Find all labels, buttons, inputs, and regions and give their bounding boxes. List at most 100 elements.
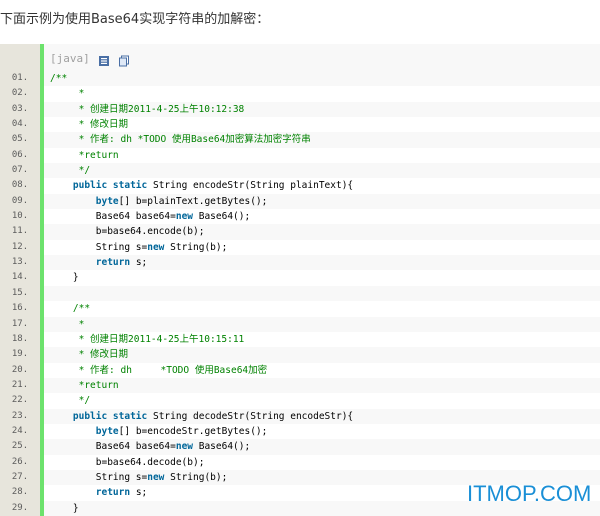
line-accent-bar — [40, 101, 44, 118]
code-line: 17. * — [0, 316, 600, 332]
code-text: * 修改日期 — [50, 117, 128, 132]
code-token: new — [147, 471, 165, 483]
code-text: *return — [50, 378, 119, 393]
code-token: *return — [50, 149, 119, 161]
line-number: 10. — [0, 209, 40, 225]
line-number: 27. — [0, 469, 40, 486]
code-token: String(b); — [164, 241, 228, 253]
code-text: return s; — [50, 255, 148, 270]
line-number: 20. — [0, 362, 40, 378]
code-token: String s= — [50, 241, 148, 253]
code-token: new — [147, 241, 165, 253]
code-text: return s; — [50, 485, 148, 500]
code-line: 11. b=base64.encode(b); — [0, 224, 600, 240]
code-token: new — [175, 441, 194, 453]
language-label: [java] — [50, 51, 90, 65]
code-line: 15. — [0, 285, 600, 302]
code-token: new — [175, 211, 194, 223]
line-number: 03. — [0, 101, 40, 118]
code-line: 23. public static String decodeStr(Strin… — [0, 408, 600, 424]
code-text: public static String decodeStr(String en… — [50, 409, 353, 424]
line-accent-bar — [40, 423, 44, 440]
code-text: * — [50, 317, 85, 332]
line-number: 01. — [0, 71, 40, 87]
line-accent-bar — [40, 408, 44, 424]
code-token: * 创建日期2011-4-25上午10:12:38 — [50, 103, 245, 115]
code-line: 09. byte[] b=plainText.getBytes(); — [0, 193, 600, 210]
line-number: 28. — [0, 485, 40, 501]
code-text: /** — [50, 301, 90, 316]
line-number: 29. — [0, 500, 40, 516]
code-line: 24. byte[] b=encodeStr.getBytes(); — [0, 423, 600, 440]
line-number: 21. — [0, 377, 40, 394]
code-line: 08. public static String encodeStr(Strin… — [0, 178, 600, 194]
line-accent-bar — [40, 331, 44, 348]
line-accent-bar — [40, 377, 44, 394]
line-accent-bar — [40, 485, 44, 501]
code-text: b=base64.decode(b); — [50, 455, 205, 470]
line-number: 07. — [0, 163, 40, 179]
line-number: 24. — [0, 423, 40, 440]
code-line: 04. * 修改日期 — [0, 117, 600, 133]
code-token: return — [95, 487, 131, 499]
code-token: String s= — [50, 471, 148, 483]
line-accent-bar — [40, 439, 44, 455]
view-plain-icon[interactable] — [98, 52, 110, 66]
code-line: 16. /** — [0, 301, 600, 317]
code-token: String(b); — [164, 471, 228, 483]
line-number: 23. — [0, 408, 40, 424]
line-accent-bar — [40, 347, 44, 363]
code-token: Base64 base64= — [50, 211, 176, 223]
code-token: [] b=plainText.getBytes(); — [118, 195, 268, 207]
code-text: Base64 base64=new Base64(); — [50, 209, 250, 224]
code-line: 18. * 创建日期2011-4-25上午10:15:11 — [0, 331, 600, 348]
code-token: String decodeStr(String encodeStr){ — [147, 410, 354, 422]
code-line: 03. * 创建日期2011-4-25上午10:12:38 — [0, 101, 600, 118]
line-number: 19. — [0, 347, 40, 363]
line-accent-bar — [40, 239, 44, 256]
code-text: * 创建日期2011-4-25上午10:12:38 — [50, 102, 245, 117]
code-text: byte[] b=plainText.getBytes(); — [50, 194, 268, 209]
code-token: * 修改日期 — [50, 119, 129, 131]
line-accent-bar — [40, 316, 44, 332]
site-watermark: ITMOP.COM — [467, 481, 592, 506]
line-number: 02. — [0, 86, 40, 102]
line-number: 04. — [0, 117, 40, 133]
code-line: 06. *return — [0, 147, 600, 164]
code-token: * 作者: dh *TODO 使用Base64加密 — [50, 364, 268, 376]
code-token: * — [50, 88, 85, 100]
code-text: * — [50, 86, 85, 101]
code-line: 21. *return — [0, 377, 600, 394]
code-text: } — [50, 501, 79, 516]
code-token: s; — [130, 257, 148, 269]
line-accent-bar — [40, 147, 44, 164]
code-text: * 修改日期 — [50, 347, 128, 362]
code-line: 01. /** — [0, 71, 600, 87]
line-accent-bar — [40, 71, 44, 87]
line-accent-bar — [40, 86, 44, 102]
code-token: b=base64.encode(b); — [50, 226, 205, 238]
line-number: 22. — [0, 393, 40, 409]
code-token: } — [50, 502, 79, 514]
code-line: 13. return s; — [0, 255, 600, 271]
line-number: 06. — [0, 147, 40, 164]
line-number: 14. — [0, 270, 40, 286]
line-accent-bar — [40, 132, 44, 148]
code-token: } — [50, 272, 79, 284]
code-text: */ — [50, 393, 90, 408]
copy-code-icon[interactable] — [118, 52, 130, 67]
code-text: String s=new String(b); — [50, 240, 228, 255]
code-text: *return — [50, 148, 119, 163]
code-token: String encodeStr(String plainText){ — [147, 180, 354, 192]
code-token: public static — [72, 410, 148, 422]
line-accent-bar — [40, 178, 44, 194]
line-accent-bar — [40, 224, 44, 240]
code-token: s; — [130, 487, 148, 499]
line-accent-bar — [40, 469, 44, 486]
code-text: byte[] b=encodeStr.getBytes(); — [50, 424, 268, 439]
line-number: 18. — [0, 331, 40, 348]
line-accent-bar — [40, 255, 44, 271]
